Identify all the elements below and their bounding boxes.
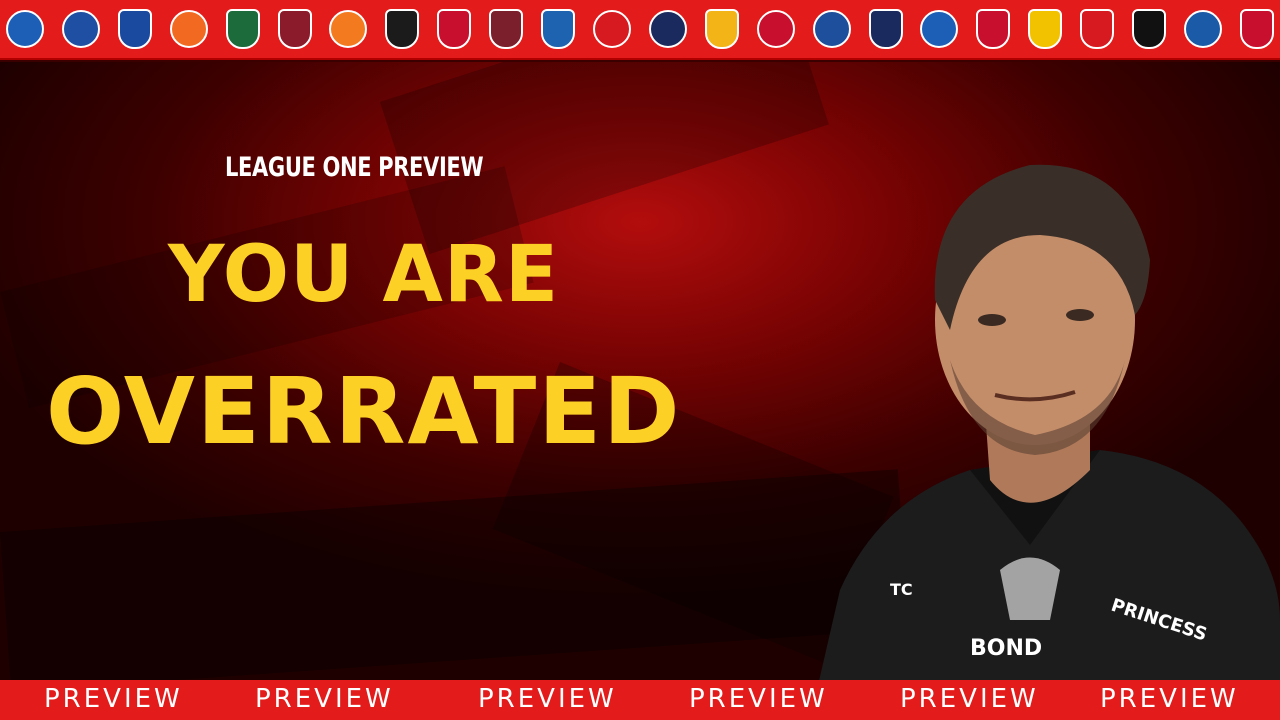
northampton-crest xyxy=(277,9,312,49)
preview-label: PREVIEW xyxy=(44,684,183,714)
luton-crest xyxy=(169,10,208,48)
afc-wimbledon-crest xyxy=(868,9,903,49)
kicker-text: LEAGUE ONE PREVIEW xyxy=(225,152,484,183)
preview-label: PREVIEW xyxy=(478,684,617,714)
bromley-crest xyxy=(1132,9,1167,49)
headline-line-2: OVERRATED xyxy=(46,358,682,465)
exeter-crest xyxy=(385,9,420,49)
headline-line-1: YOU ARE xyxy=(168,230,560,320)
barnsley-crest xyxy=(1239,9,1274,49)
leyton-orient-crest xyxy=(592,10,631,48)
manager-photo: TC BOND PRINCESS xyxy=(810,164,1280,720)
stevenage-crest xyxy=(756,10,795,48)
burton-crest xyxy=(1028,9,1063,49)
rotherham-crest xyxy=(437,9,472,49)
reading-crest xyxy=(812,10,851,48)
cardiff-crest xyxy=(117,9,152,49)
wigan-crest xyxy=(920,10,959,48)
preview-label: PREVIEW xyxy=(689,684,828,714)
club-crest-bar xyxy=(0,0,1280,60)
wycombe-crest xyxy=(1183,10,1222,48)
bradford-crest xyxy=(489,9,524,49)
doncaster-crest xyxy=(976,9,1011,49)
preview-label: PREVIEW xyxy=(1100,684,1239,714)
svg-text:TC: TC xyxy=(890,580,913,599)
blackpool-crest xyxy=(329,10,368,48)
bolton-crest xyxy=(648,10,687,48)
mansfield-crest xyxy=(704,9,739,49)
preview-label: PREVIEW xyxy=(255,684,394,714)
lincoln-crest xyxy=(1080,9,1115,49)
peterborough-crest xyxy=(6,10,44,48)
svg-text:BOND: BOND xyxy=(970,636,1042,661)
preview-ticker: PREVIEW PREVIEW PREVIEW PREVIEW PREVIEW … xyxy=(0,680,1280,720)
stockport-crest xyxy=(61,10,100,48)
preview-label: PREVIEW xyxy=(900,684,1039,714)
huddersfield-crest xyxy=(541,9,576,49)
plymouth-crest xyxy=(225,9,260,49)
